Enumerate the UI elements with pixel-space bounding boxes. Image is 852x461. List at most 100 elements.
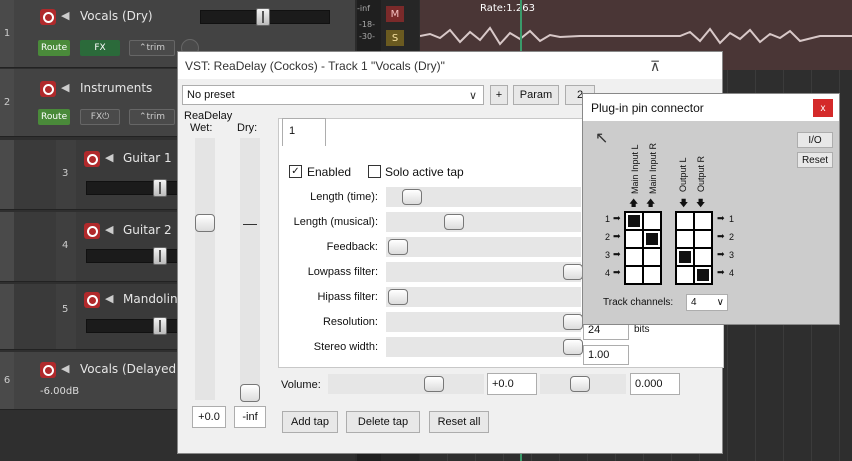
volume-fader[interactable]	[86, 317, 180, 335]
dry-slider[interactable]	[240, 138, 260, 402]
pin-cell[interactable]	[677, 231, 693, 247]
resolution-unit: bits	[634, 324, 650, 335]
wet-value[interactable]: +0.0	[192, 406, 226, 428]
track-name[interactable]: Mandolin	[123, 292, 178, 306]
volume-fader[interactable]	[86, 179, 180, 197]
record-arm-icon[interactable]	[40, 9, 56, 25]
enabled-checkbox[interactable]: ✓	[289, 165, 302, 178]
fx-button[interactable]: FX	[80, 40, 120, 56]
track-name[interactable]: Vocals (Dry)	[80, 9, 153, 23]
pin-cell[interactable]	[695, 213, 711, 229]
track-name[interactable]: Guitar 2	[123, 223, 172, 237]
param-slider[interactable]	[386, 262, 583, 282]
io-button[interactable]: I/O	[797, 132, 833, 148]
delete-tap-button[interactable]: Delete tap	[346, 411, 420, 433]
solo-tap-checkbox[interactable]	[368, 165, 381, 178]
record-arm-icon[interactable]	[84, 151, 100, 167]
track-number: 2	[0, 69, 14, 136]
pin-cell[interactable]	[677, 213, 693, 229]
record-arm-icon[interactable]	[40, 81, 56, 97]
pan-slider[interactable]	[540, 374, 626, 394]
close-button[interactable]: x	[813, 99, 833, 117]
speaker-icon[interactable]: ◀	[61, 362, 69, 375]
add-tap-button[interactable]: Add tap	[282, 411, 338, 433]
track-name[interactable]: Vocals (Delayed)	[80, 362, 181, 376]
waveform	[420, 26, 852, 46]
pin-cell[interactable]	[677, 249, 693, 265]
param-slider[interactable]	[386, 187, 581, 207]
param-slider-knob[interactable]	[563, 264, 583, 280]
preset-select[interactable]: No preset ∨	[182, 85, 484, 105]
volume-fader[interactable]	[200, 8, 330, 26]
reset-button[interactable]: Reset	[797, 152, 833, 168]
param-button[interactable]: Param	[513, 85, 559, 105]
meter-label-30: -30-	[359, 32, 375, 41]
add-preset-button[interactable]: +	[490, 85, 508, 105]
pin-icon[interactable]: ⊼	[650, 58, 660, 75]
speaker-icon[interactable]: ◀	[105, 151, 113, 164]
mute-button[interactable]: M	[386, 6, 404, 22]
volume-fader[interactable]	[86, 247, 180, 265]
record-arm-icon[interactable]	[84, 292, 100, 308]
pin-cell[interactable]	[626, 231, 642, 247]
record-arm-icon[interactable]	[40, 362, 56, 378]
route-button[interactable]: Route	[38, 109, 71, 125]
down-arrow-icon: 🡇	[696, 198, 706, 208]
reset-all-button[interactable]: Reset all	[429, 411, 489, 433]
output-label-r: Output R	[696, 155, 706, 192]
param-slider-knob[interactable]	[388, 289, 408, 305]
dry-value[interactable]: -inf	[234, 406, 266, 428]
pan-value[interactable]: 0.000	[630, 373, 680, 395]
param-slider-knob[interactable]	[402, 189, 422, 205]
param-slider-knob[interactable]	[388, 239, 408, 255]
param-slider-knob[interactable]	[563, 314, 583, 330]
pin-cell[interactable]	[626, 213, 642, 229]
speaker-icon[interactable]: ◀	[61, 81, 69, 94]
output-row-label: 3	[729, 250, 735, 260]
track-name[interactable]: Instruments	[80, 81, 152, 95]
right-arrow-icon: ➡	[613, 213, 621, 223]
track-number-gutter	[0, 284, 14, 349]
input-pin-matrix[interactable]	[624, 211, 662, 285]
tab-tap-1[interactable]: 1	[282, 118, 326, 146]
param-slider-knob[interactable]	[563, 339, 583, 355]
pin-cell[interactable]	[695, 267, 711, 283]
right-arrow-icon: ➡	[717, 249, 725, 259]
pin-cell[interactable]	[695, 231, 711, 247]
pin-cell[interactable]	[644, 231, 660, 247]
fx-button[interactable]: FX ⏻	[80, 109, 120, 125]
pin-cell[interactable]	[626, 249, 642, 265]
volume-slider[interactable]	[328, 374, 484, 394]
param-slider[interactable]	[386, 237, 581, 257]
track-number: 1	[0, 0, 14, 67]
pin-cell[interactable]	[644, 267, 660, 283]
param-slider[interactable]	[386, 287, 581, 307]
speaker-icon[interactable]: ◀	[61, 9, 69, 22]
pin-cell[interactable]	[626, 267, 642, 283]
param-slider[interactable]	[386, 212, 581, 232]
speaker-icon[interactable]: ◀	[105, 292, 113, 305]
solo-button[interactable]: S	[386, 30, 404, 46]
right-arrow-icon: ➡	[613, 267, 621, 277]
trim-button[interactable]: ⌃ trim	[129, 40, 175, 56]
speaker-icon[interactable]: ◀	[105, 223, 113, 236]
track-name[interactable]: Guitar 1	[123, 151, 172, 165]
param-slider[interactable]	[386, 337, 583, 357]
pin-cell[interactable]	[644, 249, 660, 265]
trim-button[interactable]: ⌃ trim	[129, 109, 175, 125]
pin-cell[interactable]	[677, 267, 693, 283]
record-arm-icon[interactable]	[84, 223, 100, 239]
output-pin-matrix[interactable]	[675, 211, 713, 285]
input-row-label: 4	[605, 268, 611, 278]
pin-cell[interactable]	[695, 249, 711, 265]
volume-value[interactable]: +0.0	[487, 373, 537, 395]
param-slider[interactable]	[386, 312, 583, 332]
route-button[interactable]: Route	[38, 40, 71, 56]
track-channels-select[interactable]: 4 ∨	[686, 294, 728, 311]
stereo-width-value[interactable]: 1.00	[583, 345, 629, 365]
param-slider-knob[interactable]	[444, 214, 464, 230]
chevron-down-icon: ∨	[468, 89, 477, 102]
pin-cell[interactable]	[644, 213, 660, 229]
output-row-label: 4	[729, 268, 735, 278]
wet-slider[interactable]	[195, 138, 215, 400]
